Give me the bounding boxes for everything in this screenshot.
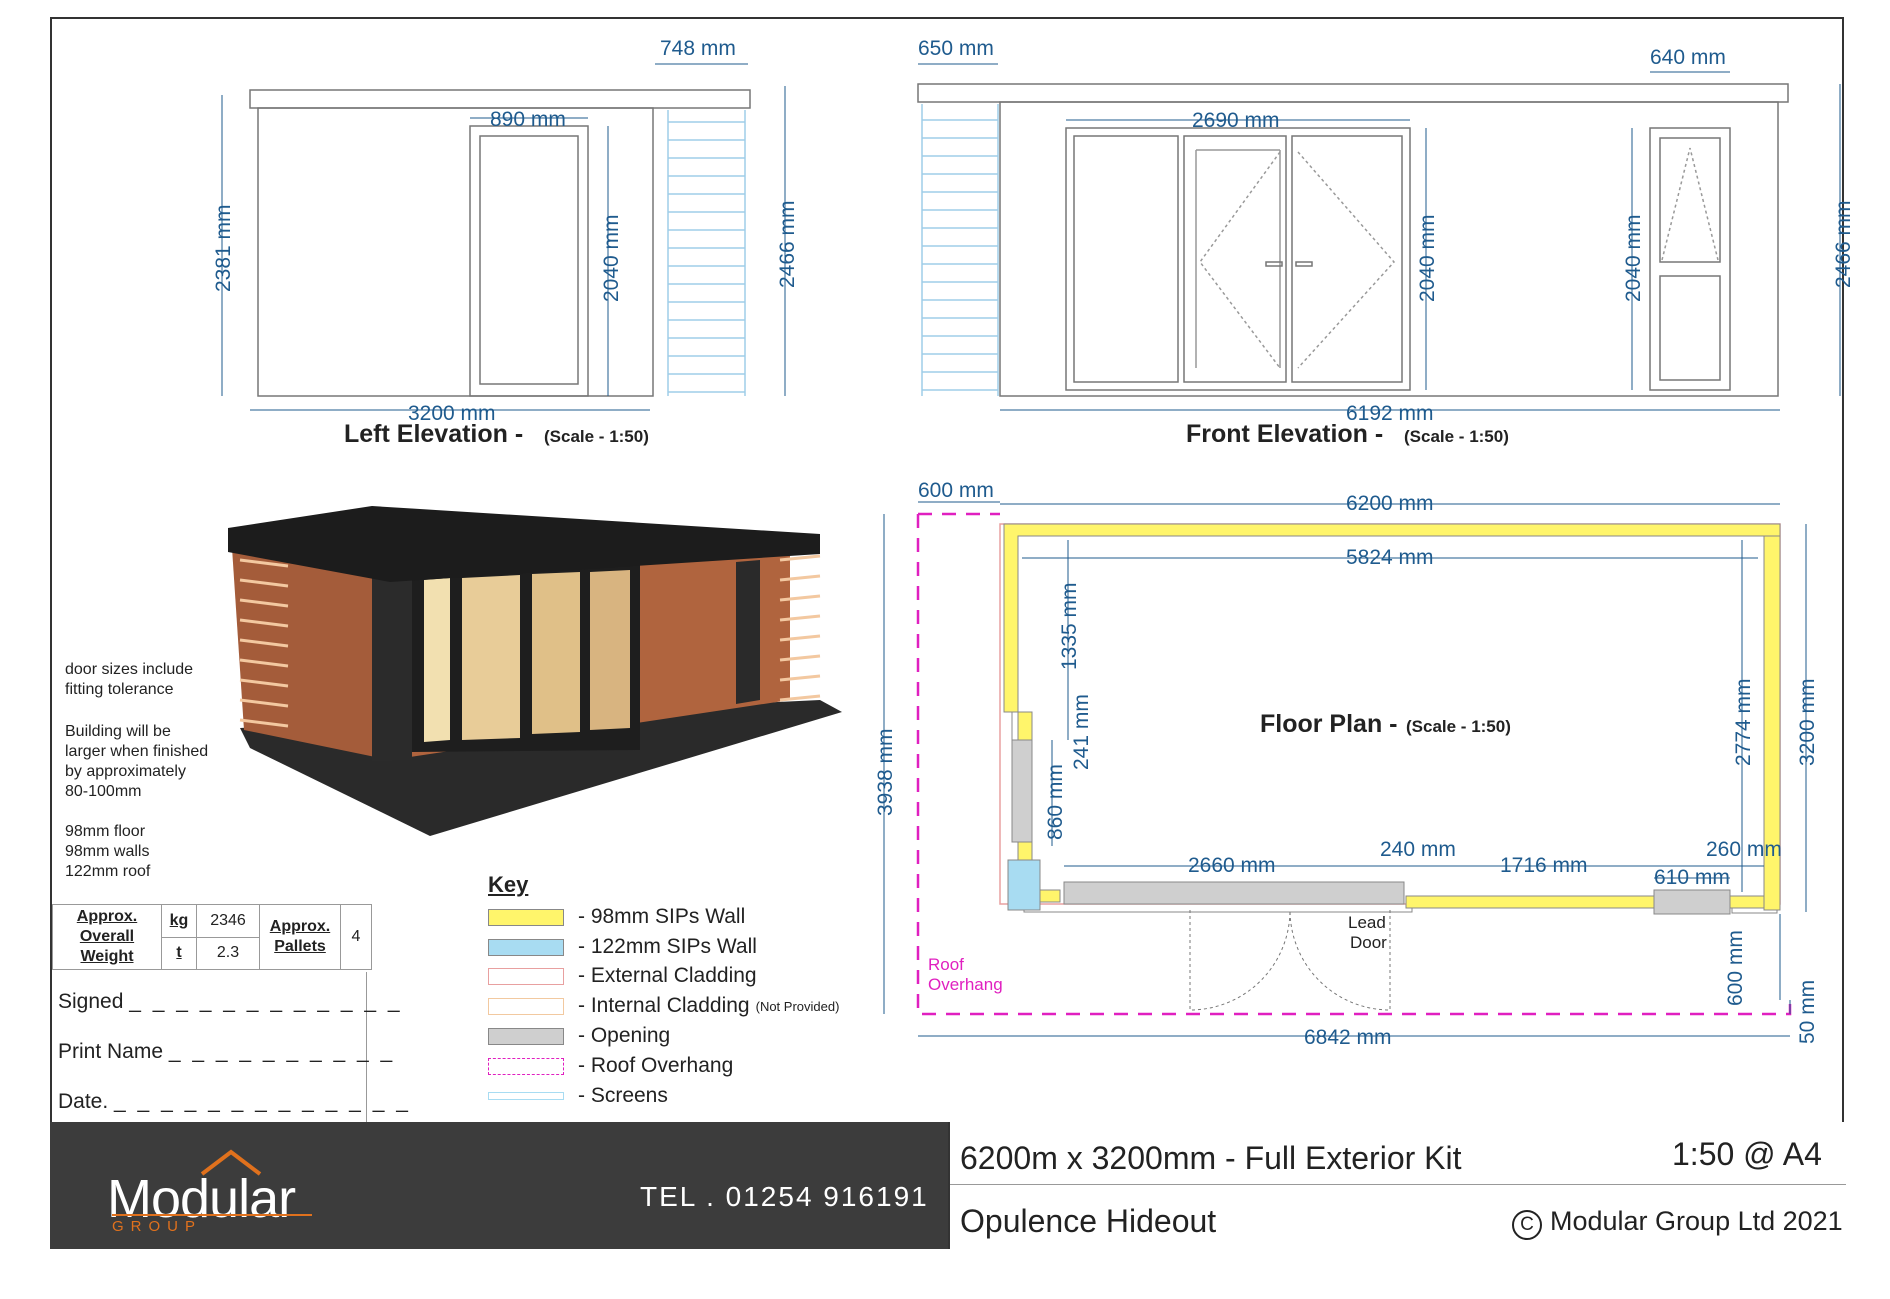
key-title: Key (488, 872, 529, 897)
dim-front-door-width: 2690 mm (1192, 109, 1280, 132)
dim-plan-overall-width: 6842 mm (1304, 1026, 1392, 1049)
roof-overhang-label-1: Roof (928, 955, 964, 974)
building-size-note: Building will be larger when finished by… (65, 723, 209, 800)
left-elevation-screen (667, 110, 746, 396)
floor-plan (883, 501, 1807, 1037)
dim-front-overhang: 650 mm (918, 37, 994, 60)
left-elevation-door (469, 125, 589, 397)
front-elevation-dim-lines (918, 63, 1841, 411)
dim-front-roof-height: 2466 mm (1832, 200, 1855, 288)
dim-front-window-width: 640 mm (1650, 46, 1726, 69)
left-elevation-roof (249, 89, 751, 109)
front-elevation-door-right (1291, 135, 1403, 383)
front-elevation-side-light (1073, 135, 1179, 383)
roof-overhang-label-2: Overhang (928, 975, 1003, 994)
floor-plan-window-opening (1653, 889, 1731, 915)
dim-plan-overall-depth: 3938 mm (874, 728, 897, 816)
pallets-value: 4 (340, 904, 372, 970)
dim-plan-50: 50 mm (1796, 980, 1819, 1044)
print-name-field[interactable]: Print Name _ _ _ _ _ _ _ _ _ _ (58, 1040, 395, 1064)
key-item-internal-cladding: - Internal Cladding (Not Provided) (488, 993, 839, 1019)
key-item-opening: - Opening (488, 1023, 670, 1049)
logo-underline (112, 1214, 312, 1216)
dim-left-roof-height: 2466 mm (776, 200, 799, 288)
key-swatch-screens (488, 1092, 564, 1100)
floor-plan-title: Floor Plan - (1260, 710, 1398, 738)
dim-plan-860: 860 mm (1044, 764, 1067, 840)
front-elevation-window (1659, 137, 1721, 263)
weight-unit-kg: kg (161, 904, 197, 938)
dim-plan-inner-width: 5824 mm (1346, 546, 1434, 569)
front-elevation-wall (999, 101, 1779, 397)
dim-plan-241: 241 mm (1070, 694, 1093, 770)
telephone: TEL . 01254 916191 (640, 1181, 929, 1212)
dim-left-door-width: 890 mm (490, 108, 566, 131)
dim-plan-1335: 1335 mm (1058, 582, 1081, 670)
dim-plan-240: 240 mm (1380, 838, 1456, 861)
lead-door-label-2: Door (1350, 933, 1387, 952)
dim-left-overhang: 748 mm (660, 37, 736, 60)
floor-plan-front-opening (1063, 881, 1405, 905)
render-side-wall (232, 548, 390, 760)
dim-plan-outer-width: 6200 mm (1346, 492, 1434, 515)
lead-door-label-1: Lead (1348, 913, 1386, 932)
front-elevation-title: Front Elevation - (1186, 420, 1383, 448)
front-elevation-door-left (1183, 135, 1287, 383)
company-logo-sub: GROUP (112, 1218, 203, 1235)
key-item-roof-overhang: - Roof Overhang (488, 1053, 733, 1079)
key-item-98-wall: - 98mm SIPs Wall (488, 904, 745, 930)
product-name: Opulence Hideout (960, 1203, 1217, 1239)
dim-plan-610: 610 mm (1654, 866, 1730, 889)
dim-plan-260: 260 mm (1706, 838, 1782, 861)
key-swatch-internal-cladding (488, 997, 564, 1015)
key-item-122-wall: - 122mm SIPs Wall (488, 934, 757, 960)
dim-plan-600-side: 600 mm (1724, 930, 1747, 1006)
date-field[interactable]: Date. _ _ _ _ _ _ _ _ _ _ _ _ _ (58, 1090, 411, 1114)
left-elevation-wall (257, 107, 654, 397)
front-elevation-doors (1065, 127, 1411, 391)
weight-table: Approx. Overall Weight kg 2346 Approx. P… (52, 904, 372, 970)
building-render (228, 506, 842, 836)
front-elevation-roof (917, 83, 1789, 103)
render-side-window (736, 560, 760, 704)
key-item-screens: - Screens (488, 1083, 668, 1109)
dim-plan-outer-depth: 3200 mm (1796, 678, 1819, 766)
weight-label: Approx. Overall Weight (52, 904, 162, 970)
key-swatch-122-wall (488, 938, 564, 956)
dim-plan-inner-depth: 2774 mm (1732, 678, 1755, 766)
pallets-label: Approx. Pallets (259, 904, 341, 970)
dim-left-total-height: 2381 mm (212, 204, 235, 292)
spec-note: 98mm floor 98mm walls 122mm roof (65, 823, 151, 880)
dim-front-door-height: 2040 mm (1416, 214, 1439, 302)
dim-plan-overhang-top: 600 mm (918, 479, 994, 502)
floor-plan-122-wall (1007, 859, 1041, 911)
dim-plan-2660: 2660 mm (1188, 854, 1276, 877)
dim-left-door-height: 2040 mm (600, 214, 623, 302)
dim-front-window-height: 2040 mm (1622, 214, 1645, 302)
dim-plan-1716: 1716 mm (1500, 854, 1588, 877)
key-item-external-cladding: - External Cladding (488, 963, 757, 989)
product-title: 6200m x 3200mm - Full Exterior Kit (960, 1140, 1462, 1176)
door-sizes-note: door sizes include fitting tolerance (65, 661, 194, 698)
left-elevation-title: Left Elevation - (344, 420, 523, 448)
front-elevation (917, 63, 1841, 411)
floor-plan-scale: (Scale - 1:50) (1406, 717, 1511, 736)
front-elevation-screen (921, 104, 999, 396)
front-elevation-scale: (Scale - 1:50) (1404, 427, 1509, 446)
key-swatch-opening (488, 1027, 564, 1045)
floor-plan-side-opening (1011, 739, 1033, 843)
signed-field[interactable]: Signed _ _ _ _ _ _ _ _ _ _ _ _ (58, 990, 403, 1014)
key-swatch-external-cladding (488, 967, 564, 985)
weight-value-t: 2.3 (196, 936, 260, 970)
key-swatch-roof-overhang (488, 1057, 564, 1075)
copyright-text: Modular Group Ltd 2021 (1550, 1206, 1843, 1236)
left-elevation-door-glass (479, 135, 579, 385)
key-swatch-98-wall (488, 908, 564, 926)
title-block-divider (950, 1184, 1846, 1185)
copyright-icon: C (1512, 1210, 1542, 1240)
left-elevation-scale: (Scale - 1:50) (544, 427, 649, 446)
drawing-scale: 1:50 @ A4 (1672, 1136, 1822, 1172)
weight-value-kg: 2346 (196, 904, 260, 938)
weight-unit-t: t (161, 936, 197, 970)
